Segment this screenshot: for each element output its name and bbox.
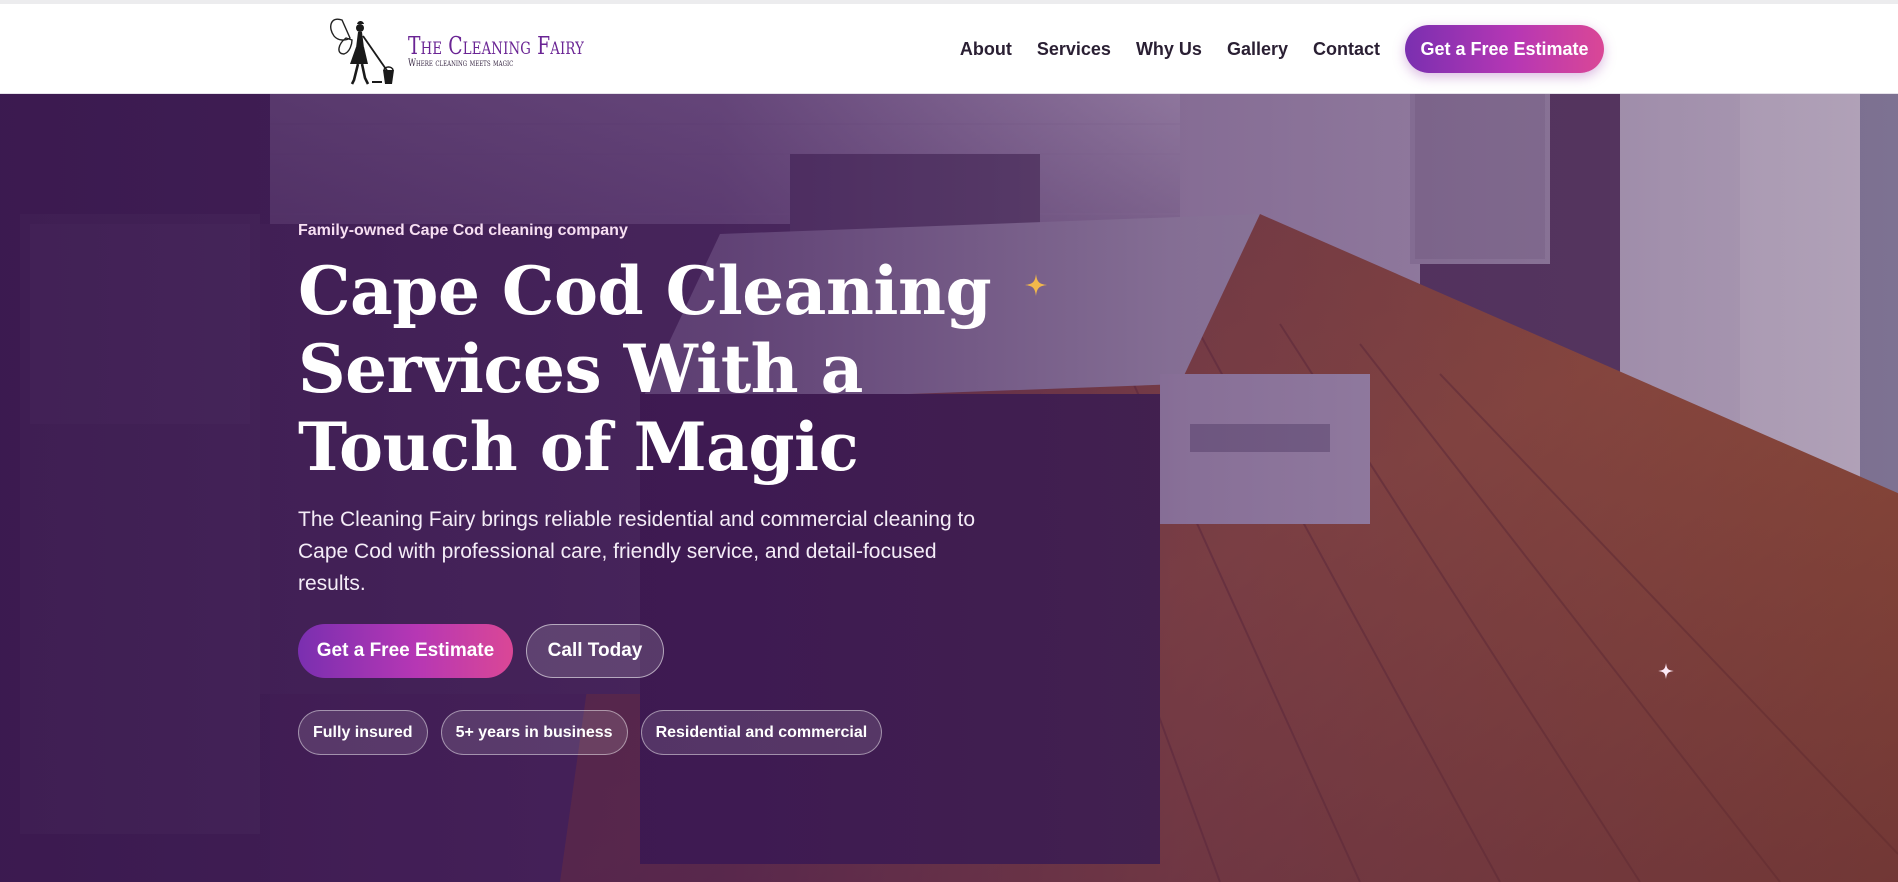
nav-free-estimate-button[interactable]: Get a Free Estimate [1405,25,1604,73]
nav-link-about[interactable]: About [960,39,1012,60]
brand-name: The Cleaning Fairy [408,32,584,60]
fairy-with-mop-icon [330,18,394,85]
badge-fully-insured: Fully insured [298,710,428,755]
brand-tagline: Where cleaning meets magic [408,58,514,69]
hero-headline: Cape Cod Cleaning Services With a Touch … [298,252,1018,486]
headline-line: Services With a [298,330,863,408]
hero-eyebrow: Family-owned Cape Cod cleaning company [298,222,628,239]
hero-content: Family-owned Cape Cod cleaning company C… [298,220,1018,755]
call-today-button[interactable]: Call Today [526,624,664,678]
logo[interactable]: The Cleaning Fairy Where cleaning meets … [328,14,634,88]
site-header: The Cleaning Fairy Where cleaning meets … [0,4,1898,94]
sparkle-icon [1025,274,1047,296]
hero-cta-row: Get a Free Estimate Call Today [298,624,1018,678]
hero-description: The Cleaning Fairy brings reliable resid… [298,508,976,595]
nav-link-why-us[interactable]: Why Us [1136,39,1202,60]
trust-badges: Fully insured 5+ years in business Resid… [298,710,1018,755]
headline-line: Touch of Magic [298,408,859,486]
headline-line: Cape Cod Cleaning [298,252,992,330]
badge-residential-commercial: Residential and commercial [640,710,883,755]
main-nav: About Services Why Us Gallery Contact Ge… [960,25,1604,73]
hero-section: Family-owned Cape Cod cleaning company C… [0,94,1898,882]
nav-link-services[interactable]: Services [1037,39,1111,60]
hero-free-estimate-button[interactable]: Get a Free Estimate [298,624,513,678]
nav-link-gallery[interactable]: Gallery [1227,39,1288,60]
badge-years-in-business: 5+ years in business [440,710,628,755]
sparkle-icon [1658,663,1674,679]
nav-link-contact[interactable]: Contact [1313,39,1380,60]
